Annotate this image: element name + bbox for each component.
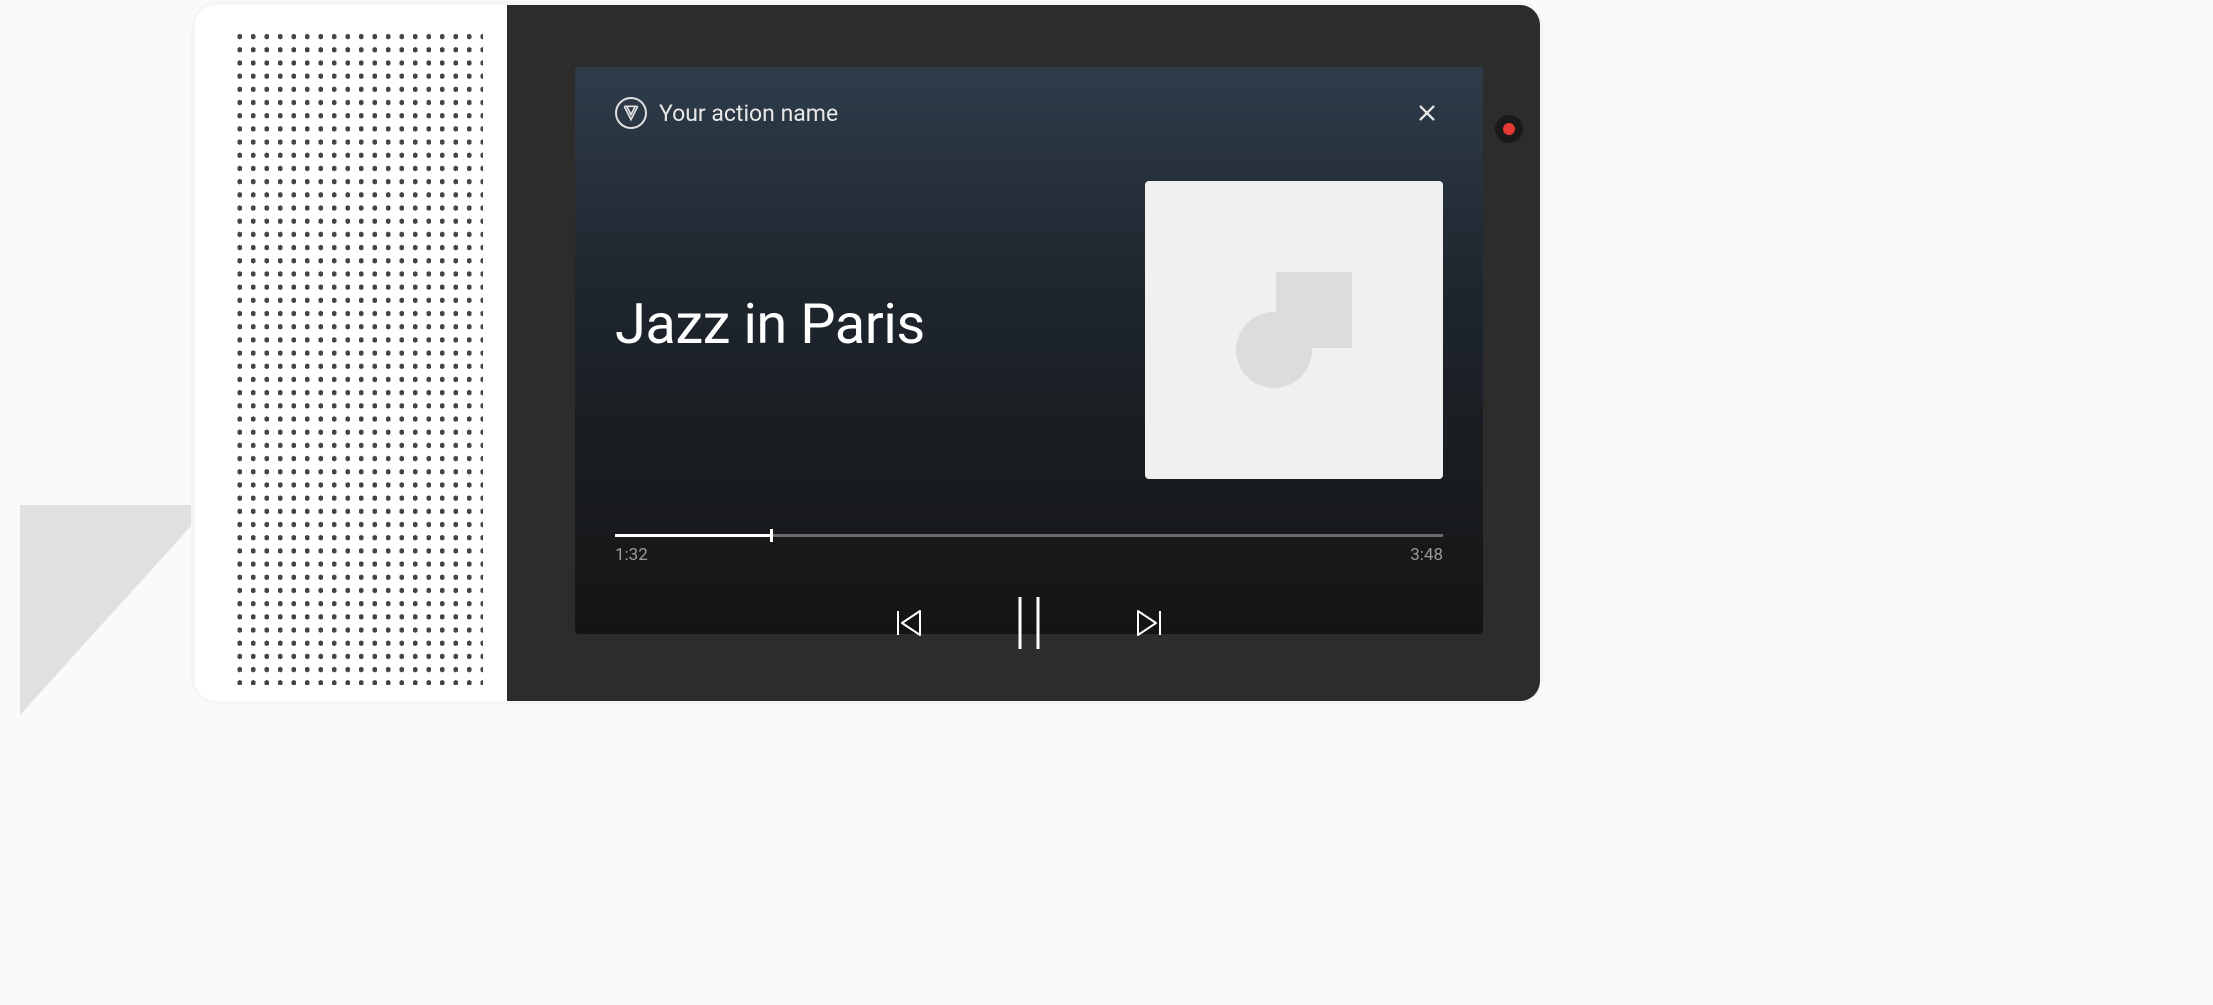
recording-dot-icon <box>1503 123 1515 135</box>
progress-bar[interactable] <box>615 534 1443 537</box>
device-screen: Your action name Jazz in Paris <box>507 5 1540 701</box>
smart-display-device: Your action name Jazz in Paris <box>195 5 1540 701</box>
progress-fill <box>615 534 771 537</box>
progress-section: 1:32 3:48 <box>615 534 1443 565</box>
media-player-card: Your action name Jazz in Paris <box>575 67 1483 634</box>
device-shadow <box>20 505 210 715</box>
album-art <box>1145 181 1443 479</box>
status-indicator <box>1495 115 1523 143</box>
next-button[interactable] <box>1131 605 1167 641</box>
close-icon <box>1416 102 1438 124</box>
pause-button[interactable] <box>1009 595 1049 651</box>
elapsed-time: 1:32 <box>615 545 648 565</box>
playback-controls <box>615 595 1443 651</box>
pause-icon <box>1009 595 1049 651</box>
previous-button[interactable] <box>891 605 927 641</box>
header-left: Your action name <box>615 97 838 129</box>
app-logo-icon <box>615 97 647 129</box>
progress-handle[interactable] <box>770 529 773 542</box>
skip-next-icon <box>1131 605 1167 641</box>
speaker-grille <box>233 30 483 685</box>
speaker-panel <box>195 5 507 701</box>
content-row: Jazz in Paris <box>615 181 1443 479</box>
skip-previous-icon <box>891 605 927 641</box>
track-title: Jazz in Paris <box>615 291 925 357</box>
total-time: 3:48 <box>1410 545 1443 565</box>
player-header: Your action name <box>615 95 1443 131</box>
image-placeholder-icon <box>1234 270 1354 390</box>
time-row: 1:32 3:48 <box>615 545 1443 565</box>
close-button[interactable] <box>1411 97 1443 129</box>
action-name-label: Your action name <box>659 100 838 127</box>
